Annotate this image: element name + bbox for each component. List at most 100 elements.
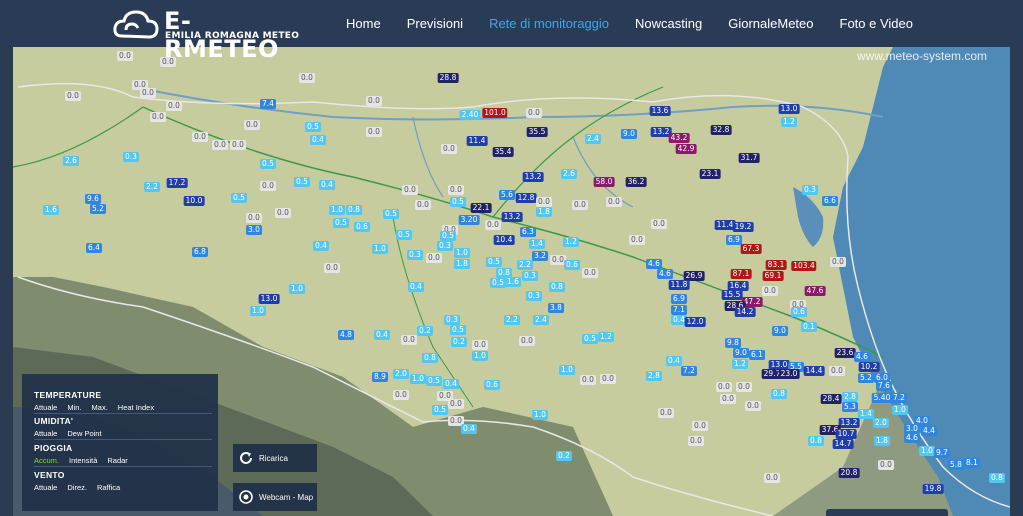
station-marker[interactable]: 0.0: [736, 382, 752, 392]
station-marker[interactable]: 0.5: [432, 405, 448, 415]
station-marker[interactable]: 23.6: [834, 348, 856, 358]
station-marker[interactable]: 0.5: [383, 209, 399, 219]
station-marker[interactable]: 4.6: [854, 352, 870, 362]
station-marker[interactable]: 0.0: [580, 375, 596, 385]
station-marker[interactable]: 14.4: [803, 366, 825, 376]
station-marker[interactable]: 0.5: [450, 197, 466, 207]
station-marker[interactable]: 0.4: [313, 241, 329, 251]
station-marker[interactable]: 1.8: [536, 207, 552, 217]
station-marker[interactable]: 5.6: [499, 190, 515, 200]
station-marker[interactable]: 7.2: [681, 366, 697, 376]
station-marker[interactable]: 0.0: [485, 220, 501, 230]
station-marker[interactable]: 0.0: [878, 460, 894, 470]
station-marker[interactable]: 1.2: [732, 359, 748, 369]
station-marker[interactable]: 0.4: [443, 379, 459, 389]
station-marker[interactable]: 0.6: [564, 260, 580, 270]
wind-raffica[interactable]: Raffica: [97, 483, 120, 492]
station-marker[interactable]: 0.0: [299, 73, 315, 83]
station-marker[interactable]: 0.0: [441, 144, 457, 154]
station-marker[interactable]: 9.6: [85, 194, 101, 204]
station-marker[interactable]: 87.1: [730, 269, 752, 279]
station-marker[interactable]: 9.0: [733, 348, 749, 358]
station-marker[interactable]: 15.5: [721, 290, 743, 300]
station-marker[interactable]: 6.9: [726, 235, 742, 245]
station-marker[interactable]: 43.2: [668, 133, 690, 143]
station-marker[interactable]: 0.0: [606, 197, 622, 207]
station-marker[interactable]: 1.0: [892, 405, 908, 415]
station-marker[interactable]: 28.8: [437, 73, 459, 83]
station-marker[interactable]: 3.2: [532, 251, 548, 261]
station-marker[interactable]: 0.0: [629, 235, 645, 245]
station-marker[interactable]: 101.0: [482, 108, 508, 118]
station-marker[interactable]: 1.6: [505, 277, 521, 287]
station-marker[interactable]: 0.5: [486, 257, 502, 267]
station-marker[interactable]: 0.5: [260, 159, 276, 169]
station-marker[interactable]: 0.6: [791, 307, 807, 317]
station-marker[interactable]: 0.0: [244, 120, 260, 130]
station-marker[interactable]: 1.0: [410, 374, 426, 384]
station-marker[interactable]: 0.0: [745, 401, 761, 411]
station-marker[interactable]: 47.6: [804, 286, 826, 296]
hum-dew-point[interactable]: Dew Point: [67, 429, 101, 438]
station-marker[interactable]: 6.3: [520, 227, 536, 237]
station-marker[interactable]: 0.5: [440, 231, 456, 241]
station-marker[interactable]: 0.3: [123, 152, 139, 162]
station-marker[interactable]: 6.6: [822, 196, 838, 206]
station-marker[interactable]: 2.8: [842, 392, 858, 402]
station-marker[interactable]: 0.0: [415, 200, 431, 210]
station-marker[interactable]: 0.5: [333, 218, 349, 228]
station-marker[interactable]: 23.0: [778, 369, 800, 379]
station-marker[interactable]: 0.0: [519, 336, 535, 346]
station-marker[interactable]: 6.4: [86, 243, 102, 253]
station-marker[interactable]: 36.2: [625, 177, 647, 187]
station-marker[interactable]: 2.2: [517, 260, 533, 270]
station-marker[interactable]: 0.0: [472, 340, 488, 350]
menu-home[interactable]: Home: [346, 16, 381, 31]
bottom-panel-tab[interactable]: [826, 509, 948, 516]
station-marker[interactable]: 7.2: [891, 393, 907, 403]
station-marker[interactable]: 0.0: [536, 197, 552, 207]
station-marker[interactable]: 35.5: [526, 127, 548, 137]
station-marker[interactable]: 14.7: [832, 439, 854, 449]
station-marker[interactable]: 19.8: [922, 484, 944, 494]
station-marker[interactable]: 11.4: [466, 136, 488, 146]
station-marker[interactable]: 13.2: [838, 418, 860, 428]
station-marker[interactable]: 5.40: [871, 393, 893, 403]
station-marker[interactable]: 0.0: [600, 374, 616, 384]
temp-attuale[interactable]: Attuale: [34, 403, 57, 412]
station-marker[interactable]: 3.0: [246, 225, 262, 235]
station-marker[interactable]: 0.8: [422, 353, 438, 363]
station-marker[interactable]: 0.0: [166, 101, 182, 111]
station-marker[interactable]: 0.6: [354, 222, 370, 232]
station-marker[interactable]: 2.4: [585, 134, 601, 144]
station-marker[interactable]: 0.5: [396, 230, 412, 240]
station-marker[interactable]: 4.8: [338, 330, 354, 340]
station-marker[interactable]: 2.0: [873, 418, 889, 428]
station-marker[interactable]: 0.0: [65, 91, 81, 101]
station-marker[interactable]: 0.8: [808, 436, 824, 446]
station-marker[interactable]: 0.0: [393, 390, 409, 400]
rain-radar[interactable]: Radar: [107, 456, 127, 465]
station-marker[interactable]: 0.5: [582, 334, 598, 344]
temp-min[interactable]: Min.: [67, 403, 81, 412]
station-marker[interactable]: 0.4: [461, 424, 477, 434]
station-marker[interactable]: 58.0: [593, 177, 615, 187]
station-marker[interactable]: 17.2: [166, 178, 188, 188]
station-marker[interactable]: 83.1: [765, 260, 787, 270]
station-marker[interactable]: 0.0: [716, 382, 732, 392]
station-marker[interactable]: 5.2: [90, 204, 106, 214]
station-marker[interactable]: 0.3: [522, 271, 538, 281]
station-marker[interactable]: 20.8: [838, 468, 860, 478]
station-marker[interactable]: 1.0: [532, 410, 548, 420]
menu-rete-monitoraggio[interactable]: Rete di monitoraggio: [489, 16, 609, 31]
station-marker[interactable]: 0.0: [830, 257, 846, 267]
station-marker[interactable]: 0.5: [426, 376, 442, 386]
station-marker[interactable]: 0.5: [294, 177, 310, 187]
station-marker[interactable]: 0.0: [260, 181, 276, 191]
menu-foto-video[interactable]: Foto e Video: [840, 16, 913, 31]
station-marker[interactable]: 1.4: [529, 239, 545, 249]
station-marker[interactable]: 32.8: [710, 125, 732, 135]
station-marker[interactable]: 10.7: [835, 429, 857, 439]
station-marker[interactable]: 0.0: [651, 219, 667, 229]
station-marker[interactable]: 1.2: [598, 332, 614, 342]
